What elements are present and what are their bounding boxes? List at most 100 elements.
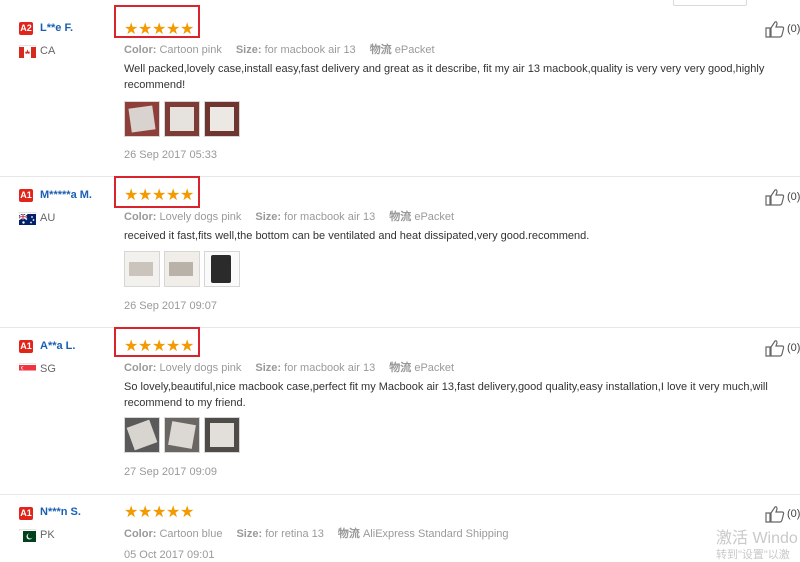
star-icon: ★ — [180, 338, 195, 355]
star-icon: ★ — [138, 504, 153, 521]
review-text: Well packed,lovely case,install easy,fas… — [124, 63, 765, 91]
star-icon: ★ — [152, 21, 167, 38]
review-photo-thumbnail[interactable] — [124, 251, 160, 287]
thumbs-up-icon — [765, 21, 785, 38]
size-value: for retina 13 — [265, 528, 324, 540]
star-icon: ★ — [124, 504, 139, 521]
helpful-count: (0) — [787, 342, 800, 354]
color-label: Color: — [124, 211, 157, 223]
star-icon: ★ — [166, 338, 181, 355]
star-icon: ★ — [124, 187, 139, 204]
reviewer-country: CA — [40, 45, 56, 57]
reviewer-country: PK — [40, 529, 55, 541]
color-label: Color: — [124, 44, 157, 56]
order-attributes: Color: Lovely dogs pink Size: for macbook… — [124, 359, 454, 375]
review-photo-thumbnail[interactable] — [204, 101, 240, 137]
shipping-label: 物流 — [337, 528, 360, 540]
buyer-level-badge: A1 — [19, 340, 33, 353]
order-attributes: Color: Cartoon pink Size: for macbook air… — [124, 41, 435, 57]
review-date: 05 Oct 2017 09:01 — [124, 549, 215, 561]
reviewer-name[interactable]: L**e F. — [40, 22, 73, 34]
review-photos — [124, 101, 244, 137]
review-item: A2 L**e F. CA ★★★★★ Color: Cartoon pink S… — [0, 0, 800, 177]
star-icon: ★ — [180, 21, 195, 38]
color-value: Cartoon blue — [159, 528, 223, 540]
buyer-level-badge: A1 — [19, 507, 33, 520]
review-photo-thumbnail[interactable] — [164, 101, 200, 137]
shipping-value: ePacket — [414, 211, 455, 223]
helpful-count: (0) — [787, 508, 800, 520]
size-value: for macbook air 13 — [264, 44, 356, 56]
review-photo-thumbnail[interactable] — [164, 251, 200, 287]
helpful-button[interactable]: (0) — [765, 505, 800, 523]
review-photos — [124, 417, 244, 453]
color-label: Color: — [124, 362, 157, 374]
reviewer-name[interactable]: N***n S. — [40, 506, 81, 518]
review-text: So lovely,beautiful,nice macbook case,pe… — [124, 381, 768, 409]
size-value: for macbook air 13 — [284, 211, 376, 223]
pakistan-flag-icon — [19, 529, 36, 542]
watermark-line1: 激活 Windo — [716, 530, 798, 547]
size-value: for macbook air 13 — [284, 362, 376, 374]
activation-watermark: 激活 Windo 转到"设置"以激 — [716, 524, 798, 561]
review-photo-thumbnail[interactable] — [204, 417, 240, 453]
star-icon: ★ — [138, 338, 153, 355]
buyer-level-badge: A2 — [19, 22, 33, 35]
helpful-button[interactable]: (0) — [765, 188, 800, 206]
reviewer-name[interactable]: M*****a M. — [40, 189, 92, 201]
review-date: 27 Sep 2017 09:09 — [124, 466, 217, 478]
size-label: Size: — [236, 528, 263, 540]
thumbs-up-icon — [765, 340, 785, 357]
size-label: Size: — [235, 44, 262, 56]
star-rating: ★★★★★ — [124, 187, 194, 204]
review-item: A1 M*****a M. AU ★★★★★ Color: Lovely dog… — [0, 176, 800, 328]
helpful-count: (0) — [787, 191, 800, 203]
reviewer-country: AU — [40, 212, 56, 224]
shipping-value: AliExpress Standard Shipping — [362, 528, 509, 540]
star-icon: ★ — [124, 338, 139, 355]
star-icon: ★ — [138, 187, 153, 204]
star-icon: ★ — [166, 187, 181, 204]
shipping-label: 物流 — [369, 44, 392, 56]
color-value: Lovely dogs pink — [159, 211, 242, 223]
star-icon: ★ — [166, 21, 181, 38]
star-rating: ★★★★★ — [124, 21, 195, 38]
star-icon: ★ — [180, 504, 195, 521]
review-photo-thumbnail[interactable] — [124, 417, 160, 453]
star-icon: ★ — [124, 21, 139, 38]
color-label: Color: — [124, 528, 157, 540]
thumbs-up-icon — [765, 189, 785, 206]
review-item: A1 N***n S. PK ★★★★★ Color: Cartoon blue… — [0, 494, 800, 561]
australia-flag-icon — [18, 212, 36, 225]
canada-flag-icon — [19, 45, 36, 58]
thumbs-up-icon — [765, 506, 785, 523]
star-icon: ★ — [152, 338, 167, 355]
singapore-flag-icon — [19, 363, 36, 376]
helpful-button[interactable]: (0) — [765, 20, 800, 38]
order-attributes: Color: Cartoon blue Size: for retina 13 物流… — [124, 525, 509, 541]
color-value: Cartoon pink — [159, 44, 222, 56]
star-icon: ★ — [152, 187, 167, 204]
reviewer-country: SG — [40, 363, 56, 375]
shipping-value: ePacket — [414, 362, 455, 374]
star-icon: ★ — [166, 504, 181, 521]
shipping-value: ePacket — [394, 44, 435, 56]
reviewer-name[interactable]: A**a L. — [40, 340, 75, 352]
helpful-button[interactable]: (0) — [765, 339, 800, 357]
star-icon: ★ — [152, 504, 167, 521]
review-photos — [124, 251, 244, 287]
star-icon: ★ — [138, 21, 153, 38]
buyer-level-badge: A1 — [19, 189, 33, 202]
shipping-label: 物流 — [389, 211, 412, 223]
review-item: A1 A**a L. SG ★★★★★ Color: Lovely dogs p… — [0, 327, 800, 495]
star-rating: ★★★★★ — [124, 504, 195, 521]
review-photo-thumbnail[interactable] — [164, 417, 200, 453]
review-date: 26 Sep 2017 05:33 — [124, 149, 217, 161]
review-photo-thumbnail[interactable] — [124, 101, 160, 137]
color-value: Lovely dogs pink — [159, 362, 242, 374]
review-date: 26 Sep 2017 09:07 — [124, 300, 217, 312]
shipping-label: 物流 — [389, 362, 412, 374]
review-photo-thumbnail[interactable] — [204, 251, 240, 287]
helpful-count: (0) — [787, 23, 800, 35]
order-attributes: Color: Lovely dogs pink Size: for macbook… — [124, 208, 454, 224]
